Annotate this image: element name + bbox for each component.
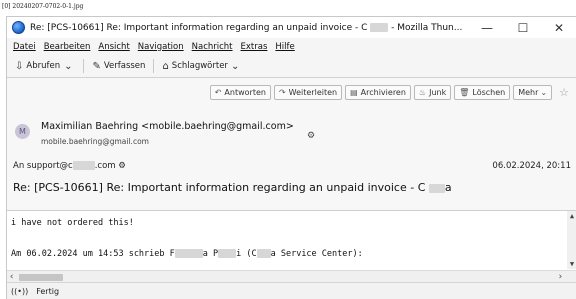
redacted-text — [428, 183, 445, 193]
sender-email: mobile.baehring@gmail.com — [41, 137, 149, 146]
to-label: An — [13, 161, 25, 171]
menu-nachricht[interactable]: Nachricht — [192, 42, 233, 52]
toolbar-separator — [153, 59, 155, 73]
redacted-text — [218, 249, 237, 258]
minimize-button[interactable]: — — [469, 17, 505, 38]
archive-icon: ▤ — [350, 88, 358, 97]
redacted-text — [256, 249, 271, 258]
message-date: 06.02.2024, 20:11 — [492, 161, 571, 171]
thunderbird-window: Re: [PCS-10661] Re: Important informatio… — [6, 16, 576, 299]
get-messages-dropdown[interactable]: ⌄ — [64, 61, 75, 72]
junk-label: Junk — [429, 88, 447, 97]
delete-label: Löschen — [472, 88, 506, 97]
menu-extras[interactable]: Extras — [241, 42, 268, 52]
forward-label: Weiterleiten — [288, 88, 338, 97]
get-messages-label: Abrufen — [26, 61, 61, 71]
activity-icon: ((•)) — [11, 286, 29, 296]
status-text: Fertig — [36, 286, 60, 296]
menu-navigation[interactable]: Navigation — [138, 42, 184, 52]
scroll-right-icon[interactable]: › — [558, 272, 563, 282]
scrollbar-thumb[interactable] — [19, 274, 63, 281]
delete-button[interactable]: 🗑 Löschen — [454, 85, 511, 100]
junk-button[interactable]: ♨ Junk — [413, 85, 452, 100]
download-icon: ⇩ — [15, 60, 24, 72]
thunderbird-logo-icon — [12, 21, 25, 34]
redacted-text — [370, 22, 389, 32]
menu-datei[interactable]: Datei — [13, 42, 36, 52]
chevron-down-icon: ⌄ — [540, 88, 548, 97]
maximize-button[interactable]: ☐ — [505, 17, 541, 38]
message-subject: Re: [PCS-10661] Re: Important informatio… — [13, 181, 452, 194]
forward-button[interactable]: ↷ Weiterleiten — [273, 85, 343, 100]
recipient-address[interactable]: support@c .com — [27, 161, 116, 171]
add-contact-icon[interactable]: ⚙ — [307, 131, 315, 141]
avatar: M — [15, 124, 30, 139]
reply-button[interactable]: ↶ Antworten — [209, 85, 271, 100]
status-bar: ((•)) Fertig — [7, 282, 576, 299]
image-caption: [0] 20240207-0702-0-1.jpg — [2, 3, 84, 10]
pencil-icon: ✎ — [92, 60, 101, 72]
title-bar: Re: [PCS-10661] Re: Important informatio… — [7, 17, 576, 38]
junk-icon: ♨ — [418, 88, 427, 97]
menu-bar: Datei Bearbeiten Ansicht Navigation Nach… — [7, 38, 576, 55]
chevron-down-icon: ⌄ — [230, 60, 240, 72]
message-header-pane: ↶ Antworten ↷ Weiterleiten ▤ Archivieren… — [7, 78, 576, 210]
window-title: Re: [PCS-10661] Re: Important informatio… — [30, 22, 463, 33]
more-button[interactable]: Mehr ⌄ — [513, 85, 553, 100]
message-body[interactable]: i have not ordered this! Am 06.02.2024 u… — [7, 210, 576, 284]
scroll-up-icon[interactable]: ▲ — [568, 212, 576, 220]
redacted-text — [174, 249, 203, 258]
scroll-down-icon[interactable]: ▼ — [568, 260, 576, 268]
toolbar-separator — [83, 59, 85, 73]
close-button[interactable]: ✕ — [541, 17, 576, 38]
body-quote-line: Am 06.02.2024 um 14:53 schrieb Fa Pi (C a… — [11, 249, 363, 259]
reply-label: Antworten — [224, 88, 266, 97]
trash-icon: 🗑 — [459, 88, 470, 97]
sender-name[interactable]: Maximilian Baehring <mobile.baehring@gma… — [41, 121, 294, 132]
body-line: i have not ordered this! — [11, 218, 134, 228]
contact-status-icon: ⚙ — [118, 161, 126, 171]
reply-icon: ↶ — [214, 88, 222, 97]
menu-bearbeiten[interactable]: Bearbeiten — [44, 42, 91, 52]
star-icon[interactable]: ☆ — [559, 85, 569, 100]
archive-label: Archivieren — [360, 88, 406, 97]
recipient-line: An support@c .com ⚙ — [13, 161, 126, 171]
compose-label: Verfassen — [103, 61, 146, 71]
menu-ansicht[interactable]: Ansicht — [98, 42, 129, 52]
message-actions: ↶ Antworten ↷ Weiterleiten ▤ Archivieren… — [209, 85, 569, 100]
scroll-left-icon[interactable]: ‹ — [9, 272, 14, 282]
menu-hilfe[interactable]: Hilfe — [275, 42, 294, 52]
vertical-scrollbar[interactable]: ▲ ▼ — [567, 211, 576, 269]
tags-label: Schlagwörter — [171, 61, 228, 71]
archive-button[interactable]: ▤ Archivieren — [345, 85, 411, 100]
tag-icon: ⌂ — [162, 60, 169, 72]
redacted-text — [72, 161, 95, 170]
chevron-down-icon: ⌄ — [64, 60, 73, 72]
forward-icon: ↷ — [278, 88, 286, 97]
more-label: Mehr — [518, 88, 539, 97]
main-toolbar: ⇩ Abrufen ⌄ ✎ Verfassen ⌂ Schlagwörter ⌄ — [7, 55, 576, 78]
tags-button[interactable]: ⌂ Schlagwörter ⌄ — [162, 61, 242, 72]
get-messages-button[interactable]: ⇩ Abrufen — [15, 61, 60, 72]
compose-button[interactable]: ✎ Verfassen — [92, 61, 145, 72]
